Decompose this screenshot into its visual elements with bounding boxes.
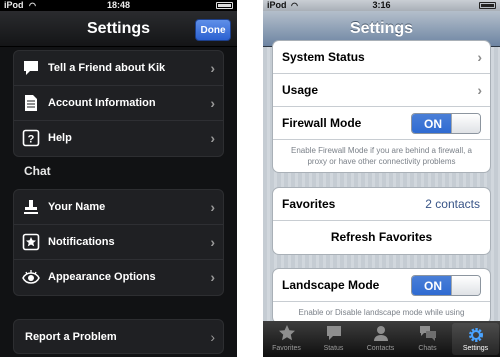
help-row[interactable]: ? Help › <box>14 121 223 156</box>
battery-icon <box>479 2 496 9</box>
chevron-right-icon: › <box>210 60 215 76</box>
row-label: Tell a Friend about Kik <box>48 62 166 74</box>
battery-icon <box>216 2 233 9</box>
status-bar: iPod ◠ 3:16 <box>263 0 500 11</box>
kik-settings-screen: iPod ◠ 18:48 Settings Done Tell a Friend… <box>0 0 237 357</box>
stamp-icon <box>24 200 38 214</box>
tab-label: Status <box>323 345 344 352</box>
person-icon <box>373 326 388 341</box>
row-label: Firewall Mode <box>282 116 362 130</box>
eye-icon <box>22 270 40 284</box>
clock: 3:16 <box>372 0 391 10</box>
your-name-row[interactable]: Your Name › <box>14 190 223 225</box>
tab-chats[interactable]: Chats <box>404 321 451 357</box>
star-icon <box>22 233 40 251</box>
firewall-mode-row: Firewall Mode ON <box>273 107 490 140</box>
row-label: Your Name <box>48 201 106 213</box>
chevron-right-icon: › <box>210 199 215 215</box>
notifications-row[interactable]: Notifications › <box>14 225 223 260</box>
tab-label: Chats <box>418 345 437 352</box>
firewall-mode-toggle[interactable]: ON <box>411 113 481 134</box>
row-label: Account Information <box>48 97 156 109</box>
tab-bar: Favorites Status Contacts Chats Settings <box>263 321 500 357</box>
speech-bubble-icon <box>326 326 341 340</box>
landscape-mode-row: Landscape Mode ON <box>273 269 490 302</box>
document-icon <box>25 95 37 111</box>
tab-contacts[interactable]: Contacts <box>357 321 404 357</box>
tab-status[interactable]: Status <box>310 321 357 357</box>
toggle-state-label: ON <box>412 114 454 133</box>
chevron-right-icon: › <box>210 269 215 285</box>
row-label: System Status <box>282 50 365 64</box>
favorites-row[interactable]: Favorites 2 contacts <box>273 188 490 221</box>
landscape-group: Landscape Mode ON Enable or Disable land… <box>272 268 491 324</box>
svg-text:?: ? <box>28 134 35 146</box>
row-label: Favorites <box>282 197 336 211</box>
tab-settings[interactable]: Settings <box>452 323 499 355</box>
general-settings-group: Tell a Friend about Kik › Account Inform… <box>13 50 224 157</box>
toggle-knob <box>451 114 480 133</box>
row-label: Report a Problem <box>25 331 117 343</box>
row-label: Help <box>48 132 72 144</box>
tab-label: Contacts <box>366 345 395 352</box>
chat-settings-group: Your Name › Notifications › Appearance O… <box>13 189 224 296</box>
firewall-mode-note: Enable Firewall Mode if you are behind a… <box>291 146 472 166</box>
landscape-mode-toggle[interactable]: ON <box>411 275 481 296</box>
landscape-mode-note: Enable or Disable landscape mode while u… <box>298 308 465 317</box>
account-information-row[interactable]: Account Information › <box>14 86 223 121</box>
row-label: Landscape Mode <box>282 278 380 292</box>
gear-icon <box>468 328 483 342</box>
screenshot-root: iPod ◠ 18:48 Settings Done Tell a Friend… <box>0 0 500 357</box>
chevron-right-icon: › <box>210 329 215 345</box>
star-icon <box>278 325 295 341</box>
question-icon: ? <box>22 129 40 147</box>
favorites-group: Favorites 2 contacts Refresh Favorites <box>272 187 491 255</box>
ipod-settings-screen: iPod ◠ 3:16 Settings System Status › Usa… <box>263 0 500 357</box>
appearance-options-row[interactable]: Appearance Options › <box>14 260 223 295</box>
chevron-right-icon: › <box>477 49 482 65</box>
chats-icon <box>419 326 436 341</box>
row-label: Usage <box>282 83 319 97</box>
tab-label: Settings <box>462 345 489 352</box>
tab-favorites[interactable]: Favorites <box>263 321 310 357</box>
toggle-state-label: ON <box>412 276 454 295</box>
chat-section-header: Chat <box>24 164 51 178</box>
speech-bubble-icon <box>24 61 38 75</box>
general-settings-group: System Status › Usage › Firewall Mode ON… <box>272 40 491 173</box>
chevron-right-icon: › <box>210 95 215 111</box>
row-label: Notifications <box>48 236 115 248</box>
refresh-favorites-button[interactable]: Refresh Favorites <box>273 221 490 254</box>
favorites-count: 2 contacts <box>425 197 480 211</box>
tell-a-friend-row[interactable]: Tell a Friend about Kik › <box>14 51 223 86</box>
chevron-right-icon: › <box>210 234 215 250</box>
button-label: Refresh Favorites <box>330 230 433 244</box>
clock: 18:48 <box>106 0 131 10</box>
report-a-problem-row[interactable]: Report a Problem › <box>13 319 224 354</box>
navigation-bar: Settings Done <box>0 11 237 47</box>
done-button[interactable]: Done <box>195 19 231 41</box>
system-status-row[interactable]: System Status › <box>273 41 490 74</box>
chevron-right-icon: › <box>210 130 215 146</box>
chevron-right-icon: › <box>477 82 482 98</box>
toggle-knob <box>451 276 480 295</box>
row-label: Appearance Options <box>48 271 156 283</box>
status-bar: iPod ◠ 18:48 <box>0 0 237 11</box>
usage-row[interactable]: Usage › <box>273 74 490 107</box>
tab-label: Favorites <box>272 345 301 352</box>
